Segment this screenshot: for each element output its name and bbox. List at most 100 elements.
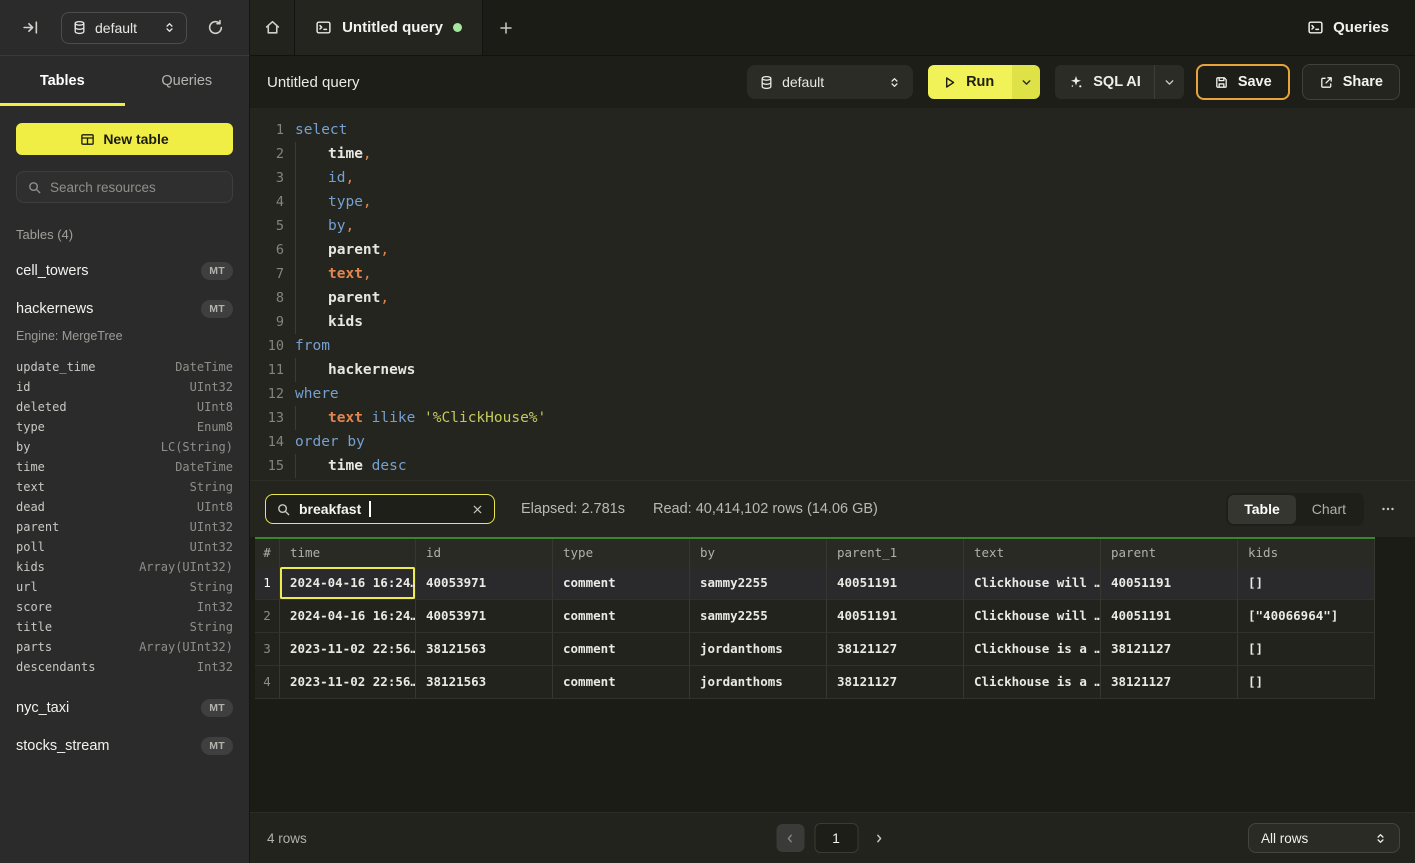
table-cell[interactable]: comment [553,633,690,666]
column-row[interactable]: pollUInt32 [16,537,233,557]
table-cell[interactable]: Clickhouse is a … [964,633,1101,666]
table-cell[interactable]: [] [1238,567,1375,600]
sidebar-item-stocks-stream[interactable]: stocks_stream MT [16,737,233,755]
table-cell[interactable]: Clickhouse will … [964,600,1101,633]
sidebar-search-input[interactable] [50,180,222,195]
table-cell[interactable]: Clickhouse will … [964,567,1101,600]
sidebar-tab-queries[interactable]: Queries [125,56,250,106]
table-cell[interactable]: sammy2255 [690,567,827,600]
table-cell[interactable]: 38121127 [1101,633,1238,666]
table-cell[interactable]: [] [1238,633,1375,666]
sql-editor[interactable]: 1select2time,3id,4type,5by,6parent,7text… [250,108,1415,480]
table-cell[interactable]: 40051191 [1101,567,1238,600]
table-cell[interactable]: 2024-04-16 16:24… [280,600,416,633]
column-row[interactable]: scoreInt32 [16,597,233,617]
table-cell[interactable]: comment [553,666,690,699]
sql-ai-button[interactable]: SQL AI [1055,65,1154,99]
table-header-cell[interactable]: kids [1238,539,1375,567]
table-cell[interactable]: [] [1238,666,1375,699]
column-row[interactable]: textString [16,477,233,497]
table-cell[interactable]: comment [553,567,690,600]
save-button[interactable]: Save [1196,64,1290,100]
table-cell[interactable]: 40053971 [416,567,553,600]
column-row[interactable]: urlString [16,577,233,597]
sidebar-tab-tables[interactable]: Tables [0,56,125,106]
column-row[interactable]: descendantsInt32 [16,657,233,677]
table-cell[interactable]: 38121563 [416,666,553,699]
code-content: by, [295,214,354,238]
line-number: 7 [262,266,284,282]
column-row[interactable]: kidsArray(UInt32) [16,557,233,577]
table-header-cell[interactable]: parent [1101,539,1238,567]
table-cell[interactable]: 38121563 [416,633,553,666]
table-cell[interactable]: 38121127 [827,666,964,699]
view-toggle-table[interactable]: Table [1228,495,1296,524]
new-tab-button[interactable] [483,0,529,55]
table-cell[interactable]: jordanthoms [690,633,827,666]
column-row[interactable]: byLC(String) [16,437,233,457]
sidebar-collapse-button[interactable] [18,15,43,40]
sidebar-item-hackernews[interactable]: hackernews MT [16,300,233,318]
new-table-button[interactable]: New table [16,123,233,155]
column-name: url [16,580,38,594]
table-cell[interactable]: jordanthoms [690,666,827,699]
sidebar-item-cell-towers[interactable]: cell_towers MT [16,262,233,280]
tab-untitled-query[interactable]: Untitled query [295,0,483,55]
sidebar-item-nyc-taxi[interactable]: nyc_taxi MT [16,699,233,717]
indent-guide [295,214,328,238]
table-cell[interactable]: Clickhouse is a … [964,666,1101,699]
next-page-button[interactable] [868,828,889,849]
table-cell[interactable]: 38121127 [827,633,964,666]
home-tab[interactable] [250,0,295,55]
view-toggle-chart[interactable]: Chart [1296,495,1362,524]
table-cell[interactable]: 40051191 [827,567,964,600]
column-row[interactable]: typeEnum8 [16,417,233,437]
column-row[interactable]: deletedUInt8 [16,397,233,417]
table-header-cell[interactable]: time [280,539,416,567]
sql-ai-options-button[interactable] [1154,65,1184,99]
database-selector[interactable]: default [747,65,913,99]
column-row[interactable]: partsArray(UInt32) [16,637,233,657]
column-row[interactable]: parentUInt32 [16,517,233,537]
table-header-cell[interactable]: id [416,539,553,567]
table-header-cell[interactable]: text [964,539,1101,567]
refresh-button[interactable] [203,15,228,40]
prev-page-button[interactable] [776,824,804,852]
table-cell[interactable]: 2024-04-16 16:24… [280,567,416,600]
table-cell[interactable]: comment [553,600,690,633]
column-row[interactable]: deadUInt8 [16,497,233,517]
table-cell[interactable]: ["40066964"] [1238,600,1375,633]
table-cell[interactable]: 40053971 [416,600,553,633]
column-row[interactable]: idUInt32 [16,377,233,397]
column-row[interactable]: update_timeDateTime [16,357,233,377]
token: parent [328,242,380,258]
table-header-cell[interactable]: parent_1 [827,539,964,567]
line-number: 11 [262,362,284,378]
token: , [380,242,389,258]
table-cell[interactable]: 2023-11-02 22:56… [280,633,416,666]
table-cell[interactable]: sammy2255 [690,600,827,633]
table-header-cell[interactable]: type [553,539,690,567]
run-button[interactable]: Run [928,65,1012,99]
sidebar-search[interactable] [16,171,233,203]
table-header-cell[interactable]: by [690,539,827,567]
table-cell[interactable]: 40051191 [1101,600,1238,633]
database-selector-top[interactable]: default [61,12,187,44]
table-cell[interactable]: 2023-11-02 22:56… [280,666,416,699]
page-size-selector[interactable]: All rows [1248,823,1400,853]
results-more-button[interactable] [1376,497,1400,521]
engine-badge: MT [201,737,233,755]
queries-button[interactable]: Queries [1307,0,1389,55]
column-row[interactable]: titleString [16,617,233,637]
run-options-button[interactable] [1012,65,1040,99]
unsaved-changes-dot [453,23,462,32]
current-page[interactable]: 1 [814,823,858,853]
table-cell[interactable]: 40051191 [827,600,964,633]
table-header-cell[interactable]: # [255,539,280,567]
clear-search-button[interactable] [471,503,484,516]
share-button[interactable]: Share [1302,64,1400,100]
column-row[interactable]: timeDateTime [16,457,233,477]
results-search-input[interactable]: breakfast [265,494,495,524]
column-name: kids [16,560,45,574]
table-cell[interactable]: 38121127 [1101,666,1238,699]
